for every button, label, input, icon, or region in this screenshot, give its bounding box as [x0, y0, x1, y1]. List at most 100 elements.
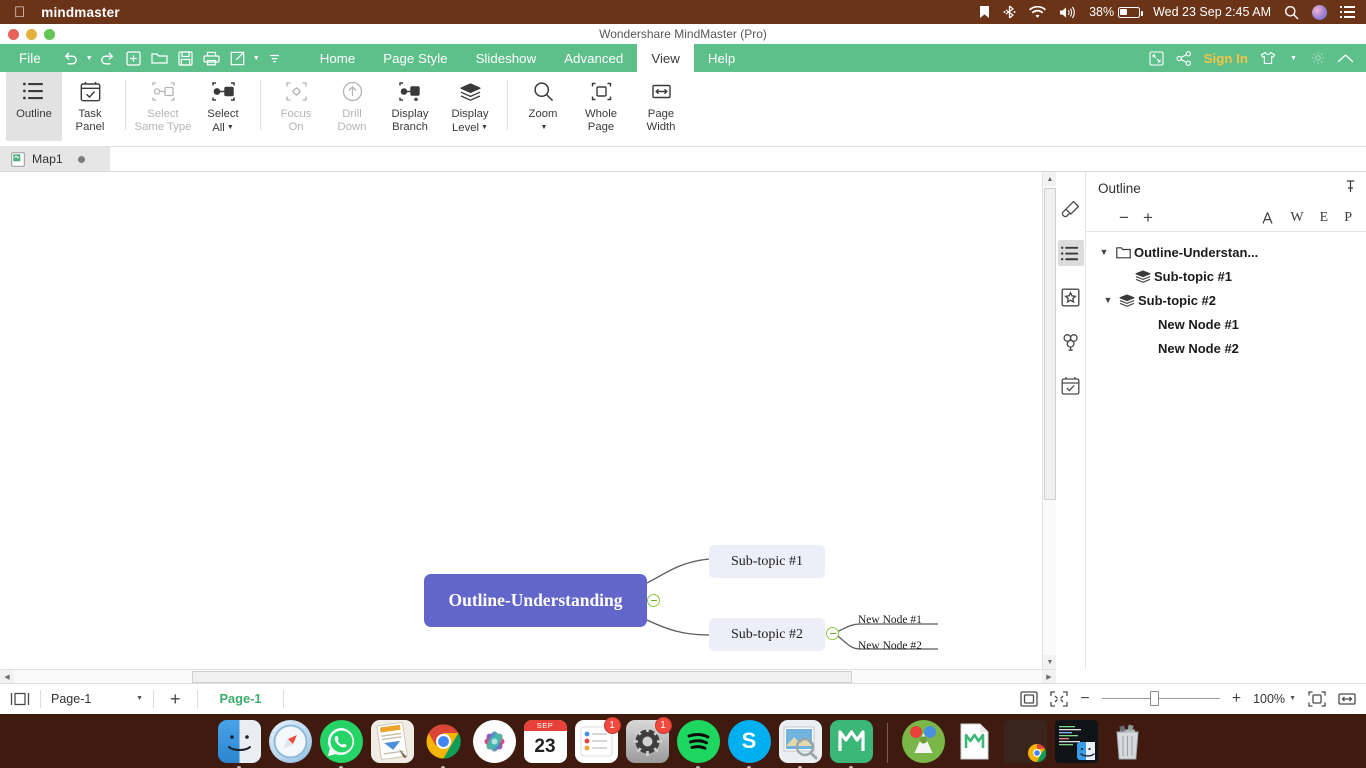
battery-status[interactable]: 38% [1089, 5, 1140, 19]
mindmap-node-new-node-2[interactable]: New Node #2 [858, 640, 922, 652]
undo-icon[interactable] [58, 44, 84, 72]
search-icon[interactable] [1284, 5, 1299, 20]
ribbon-select-same-type-button[interactable]: SelectSame Type [133, 72, 193, 134]
outline-tree-row-new-node-2[interactable]: New Node #2 [1086, 336, 1366, 360]
fit-page-icon[interactable] [1020, 691, 1038, 707]
page-tab-page-1[interactable]: Page-1 [208, 691, 274, 706]
tab-page-style[interactable]: Page Style [369, 44, 461, 72]
export-word-icon[interactable]: W [1290, 210, 1303, 226]
horizontal-scroll-thumb[interactable] [192, 671, 852, 683]
chevron-down-icon[interactable]: ▼ [1100, 295, 1116, 305]
ribbon-outline-button[interactable]: Outline [6, 72, 62, 141]
outline-tree-row-root[interactable]: ▼ Outline-Understan... [1086, 240, 1366, 264]
dock-item-android-studio[interactable] [902, 720, 945, 763]
dock-item-calendar[interactable]: SEP 23 [524, 720, 567, 763]
chevron-down-icon[interactable]: ▼ [541, 124, 548, 131]
dock-item-pages[interactable] [371, 720, 414, 763]
settings-icon[interactable] [1311, 51, 1325, 65]
zoom-slider-knob[interactable] [1150, 691, 1159, 706]
chevron-down-icon[interactable]: ▼ [1289, 695, 1296, 702]
dock-item-mindmaster[interactable] [830, 720, 873, 763]
clipart-icon[interactable] [1058, 284, 1084, 310]
export-icon[interactable] [225, 44, 251, 72]
outline-tree-row-new-node-1[interactable]: New Node #1 [1086, 312, 1366, 336]
expand-all-button[interactable]: + [1136, 211, 1160, 225]
dock-item-whatsapp[interactable] [320, 720, 363, 763]
export-pdf-icon[interactable] [1261, 211, 1274, 225]
ribbon-focus-on-button[interactable]: FocusOn [268, 72, 324, 134]
outline-tree-row-subtopic-1[interactable]: Sub-topic #1 [1086, 264, 1366, 288]
page-select-dropdown[interactable]: Page-1 ▼ [51, 692, 143, 706]
mindmap-canvas[interactable]: Outline-Understanding Sub-topic #1 Sub-t… [0, 172, 1056, 669]
tab-slideshow[interactable]: Slideshow [462, 44, 551, 72]
ribbon-display-branch-button[interactable]: DisplayBranch [380, 72, 440, 134]
control-center-icon[interactable] [1312, 5, 1327, 20]
dock-item-trash[interactable] [1106, 720, 1149, 763]
dock-item-mindmaster-document[interactable] [953, 720, 996, 763]
document-tab-map1[interactable]: Map1 [0, 147, 110, 171]
print-icon[interactable] [199, 44, 225, 72]
dock-item-system-preferences[interactable]: 1 [626, 720, 669, 763]
dock-item-safari[interactable] [269, 720, 312, 763]
export-dropdown-caret[interactable]: ▼ [251, 44, 262, 72]
notification-list-icon[interactable] [1340, 6, 1355, 18]
tab-help[interactable]: Help [694, 44, 749, 72]
dock-item-downloads-stack[interactable] [1004, 720, 1047, 763]
bookmark-icon[interactable] [979, 5, 990, 19]
dock-item-finder[interactable] [218, 720, 261, 763]
redo-icon[interactable] [95, 44, 121, 72]
zoom-slider[interactable] [1102, 692, 1220, 706]
tab-view[interactable]: View [637, 44, 694, 72]
minimize-button[interactable] [26, 29, 37, 40]
close-button[interactable] [8, 29, 19, 40]
dock-item-chrome[interactable] [422, 720, 465, 763]
presentation-fullscreen-icon[interactable] [1050, 691, 1068, 707]
mindmap-central-node[interactable]: Outline-Understanding [424, 574, 647, 627]
theme-dropdown-caret[interactable]: ▼ [1288, 44, 1299, 72]
menubar-clock[interactable]: Wed 23 Sep 2:45 AM [1153, 5, 1271, 19]
mindmap-node-new-node-1[interactable]: New Node #1 [858, 614, 922, 626]
dock-item-skype[interactable]: S [728, 720, 771, 763]
panel-toggle-icon[interactable] [10, 692, 30, 706]
open-icon[interactable] [147, 44, 173, 72]
share-icon[interactable] [1176, 51, 1192, 66]
ribbon-select-all-button[interactable]: SelectAll▼ [193, 72, 253, 135]
fullscreen-icon[interactable] [1149, 51, 1164, 66]
ribbon-display-level-button[interactable]: DisplayLevel▼ [440, 72, 500, 135]
scroll-down-icon[interactable]: ▼ [1043, 655, 1056, 669]
apple-icon[interactable]:  [14, 5, 25, 20]
ribbon-zoom-button[interactable]: Zoom▼ [515, 72, 571, 135]
export-powerpoint-icon[interactable]: P [1344, 210, 1352, 226]
format-brush-icon[interactable] [1058, 196, 1084, 222]
ribbon-drill-down-button[interactable]: DrillDown [324, 72, 380, 134]
export-excel-icon[interactable]: E [1320, 210, 1329, 226]
chevron-down-icon[interactable]: ▼ [136, 695, 143, 702]
collapse-all-button[interactable]: − [1112, 211, 1136, 225]
mindmap-node-subtopic-2[interactable]: Sub-topic #2 [709, 618, 825, 651]
zoom-out-button[interactable]: − [1080, 693, 1089, 705]
ribbon-task-panel-button[interactable]: TaskPanel [62, 72, 118, 134]
task-board-icon[interactable] [1058, 372, 1084, 398]
chevron-down-icon[interactable]: ▼ [1096, 247, 1112, 257]
maximize-button[interactable] [44, 29, 55, 40]
save-icon[interactable] [173, 44, 199, 72]
sign-in-button[interactable]: Sign In [1204, 51, 1248, 66]
chevron-down-icon[interactable]: ▼ [481, 124, 488, 131]
collapse-subtopic2-icon[interactable] [826, 627, 839, 640]
ribbon-page-width-button[interactable]: PageWidth [631, 72, 691, 134]
ribbon-whole-page-button[interactable]: WholePage [571, 72, 631, 134]
file-menu-button[interactable]: File [0, 44, 58, 72]
scroll-up-icon[interactable]: ▲ [1043, 172, 1056, 186]
collapse-ribbon-icon[interactable] [1337, 53, 1354, 64]
dock-item-photos[interactable] [473, 720, 516, 763]
bluetooth-icon[interactable] [1003, 5, 1016, 19]
canvas-vertical-scrollbar[interactable]: ▲ ▼ [1042, 172, 1056, 669]
collapse-central-icon[interactable] [647, 594, 660, 607]
vertical-scroll-thumb[interactable] [1044, 188, 1056, 500]
theme-shirt-icon[interactable] [1260, 51, 1276, 66]
status-page-width-icon[interactable] [1338, 691, 1356, 707]
canvas-horizontal-scrollbar[interactable]: ◀ ▶ [0, 669, 1056, 683]
new-icon[interactable] [121, 44, 147, 72]
mindmap-node-subtopic-1[interactable]: Sub-topic #1 [709, 545, 825, 578]
menubar-app-name[interactable]: mindmaster [41, 5, 120, 20]
